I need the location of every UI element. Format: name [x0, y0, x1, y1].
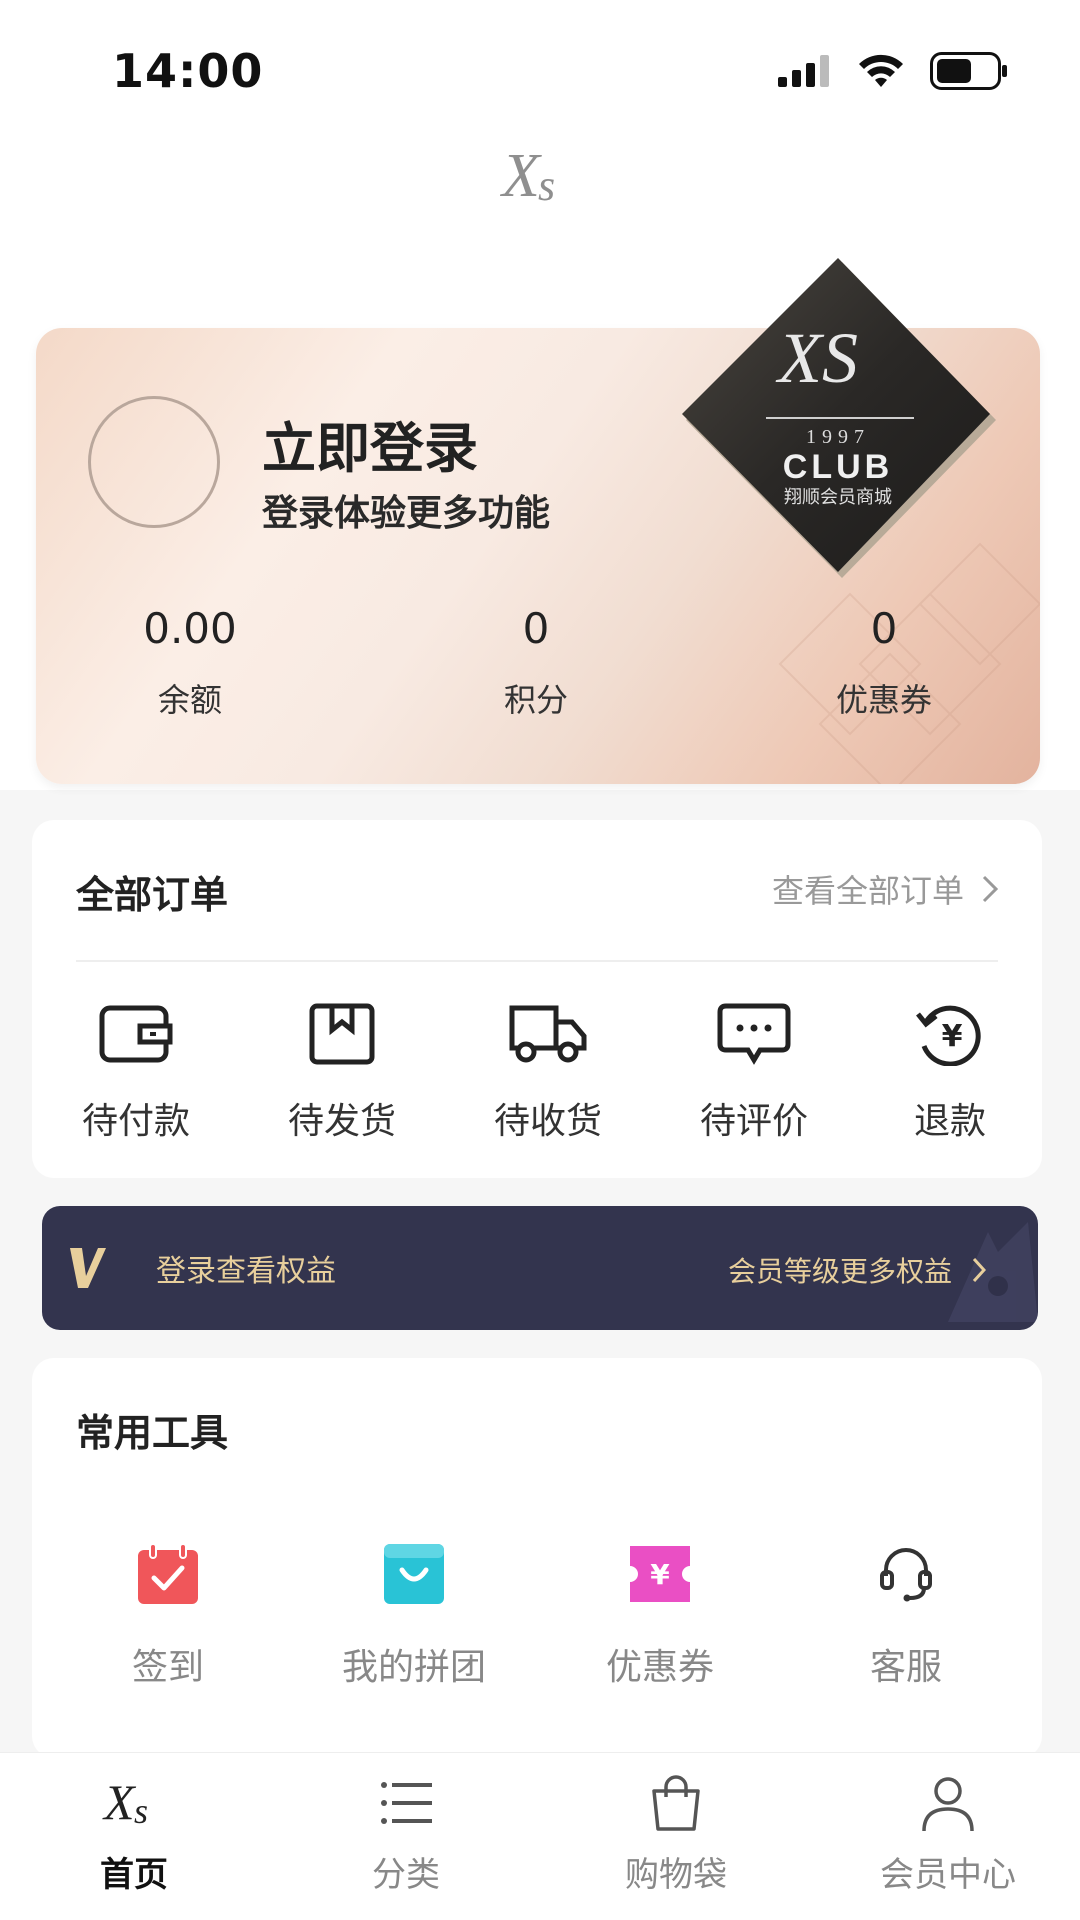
truck-icon [509, 1005, 587, 1063]
tool-label: 签到 [131, 1647, 204, 1688]
orders-title: 全部订单 [76, 873, 229, 917]
coupons-stat[interactable]: 0 优惠券 [764, 604, 1004, 721]
divider [76, 960, 998, 962]
view-all-orders-label: 查看全部订单 [771, 872, 964, 910]
tab-label: 分类 [372, 1855, 440, 1895]
vip-v-icon [70, 1248, 106, 1288]
coupons-value: 0 [870, 604, 898, 653]
svg-text:¥: ¥ [942, 1019, 963, 1054]
tab-category[interactable]: 分类 [306, 1773, 506, 1896]
yen-coupon-icon: ¥ [630, 1546, 690, 1602]
xs-logo-icon: X s [500, 142, 555, 210]
login-subtitle: 登录体验更多功能 [262, 493, 551, 534]
headset-icon [880, 1548, 932, 1602]
order-label: 待收货 [493, 1101, 602, 1142]
svg-text:XS: XS [775, 318, 858, 398]
tool-customer-service[interactable]: 客服 [806, 1542, 1006, 1690]
tab-member-center[interactable]: 会员中心 [848, 1773, 1048, 1896]
tool-label: 我的拼团 [341, 1647, 486, 1688]
chevron-right-icon [982, 875, 998, 903]
balance-label: 余额 [157, 681, 222, 719]
svg-text:¥: ¥ [650, 1558, 670, 1591]
refund-icon: ¥ [916, 1005, 981, 1067]
tab-home[interactable]: X s 首页 [34, 1773, 234, 1896]
club-badge: XS 1997 CLUB 翔顺会员商城 [682, 258, 996, 578]
comment-icon [717, 1003, 791, 1065]
signal-icon [778, 55, 829, 87]
member-center-screen: 14:00 X s 立即登录 登录体验更多功能 0.00 余额 0 积分 0 优… [0, 0, 1080, 1920]
shopping-bag-icon [384, 1544, 444, 1604]
status-icons [778, 50, 1008, 92]
svg-text:s: s [134, 1791, 148, 1831]
box-icon [309, 1003, 375, 1065]
bottom-tab-bar: X s 首页 分类 购物袋 会员中心 [0, 1752, 1080, 1920]
balance-value: 0.00 [143, 604, 237, 653]
svg-text:X: X [500, 142, 542, 210]
order-pending-receipt[interactable]: 待收货 [468, 1002, 628, 1144]
avatar[interactable] [88, 396, 220, 528]
tools-panel: 常用工具 签到 我的拼团 ¥ 优惠券 客服 [32, 1358, 1042, 1758]
order-label: 退款 [913, 1101, 986, 1142]
balance-stat[interactable]: 0.00 余额 [70, 604, 310, 721]
wallet-icon [99, 1005, 173, 1063]
svg-text:翔顺会员商城: 翔顺会员商城 [784, 487, 892, 508]
points-value: 0 [522, 604, 550, 653]
wifi-icon [859, 54, 903, 87]
points-label: 积分 [503, 681, 568, 719]
order-pending-payment[interactable]: 待付款 [56, 1002, 216, 1144]
tab-label: 首页 [100, 1855, 168, 1895]
points-stat[interactable]: 0 积分 [416, 604, 656, 721]
svg-text:CLUB: CLUB [783, 448, 893, 486]
person-icon [922, 1777, 974, 1832]
status-time: 14:00 [112, 44, 264, 98]
benefits-text: 登录查看权益 [156, 1254, 336, 1289]
tab-label: 购物袋 [625, 1855, 727, 1895]
shopping-bag-outline-icon [652, 1775, 700, 1831]
chevron-right-icon [972, 1257, 986, 1283]
svg-text:X: X [102, 1774, 137, 1830]
svg-text:1997: 1997 [806, 426, 870, 448]
member-benefits-label: 会员等级更多权益 [727, 1255, 952, 1288]
tool-label: 优惠券 [605, 1647, 714, 1688]
list-icon [381, 1782, 432, 1824]
order-refund[interactable]: ¥ 退款 [870, 1002, 1030, 1144]
order-pending-review[interactable]: 待评价 [674, 1002, 834, 1144]
status-bar: 14:00 [0, 0, 1080, 130]
tool-coupons[interactable]: ¥ 优惠券 [560, 1542, 760, 1690]
tab-label: 会员中心 [880, 1855, 1016, 1895]
order-pending-shipment[interactable]: 待发货 [262, 1002, 422, 1144]
tools-title: 常用工具 [76, 1411, 229, 1455]
calendar-check-icon [138, 1543, 198, 1604]
benefits-banner[interactable]: 登录查看权益 会员等级更多权益 [42, 1206, 1038, 1330]
view-all-orders-link[interactable]: 查看全部订单 [772, 866, 998, 912]
coupons-label: 优惠券 [835, 681, 932, 719]
tab-shopping-bag[interactable]: 购物袋 [576, 1773, 776, 1896]
login-title[interactable]: 立即登录 [262, 404, 478, 483]
tool-group-buy[interactable]: 我的拼团 [314, 1542, 514, 1690]
battery-icon [930, 52, 1007, 90]
xs-logo-icon: X s [102, 1774, 148, 1831]
tool-checkin[interactable]: 签到 [68, 1542, 268, 1690]
svg-text:s: s [538, 161, 555, 210]
tool-label: 客服 [869, 1647, 942, 1688]
orders-panel: 全部订单 查看全部订单 待付款 待发货 待收货 待评价 ¥ 退款 [32, 820, 1042, 1178]
order-label: 待发货 [287, 1101, 396, 1142]
member-benefits-link[interactable]: 会员等级更多权益 [728, 1250, 986, 1290]
order-label: 待评价 [699, 1101, 808, 1142]
order-label: 待付款 [81, 1101, 190, 1142]
